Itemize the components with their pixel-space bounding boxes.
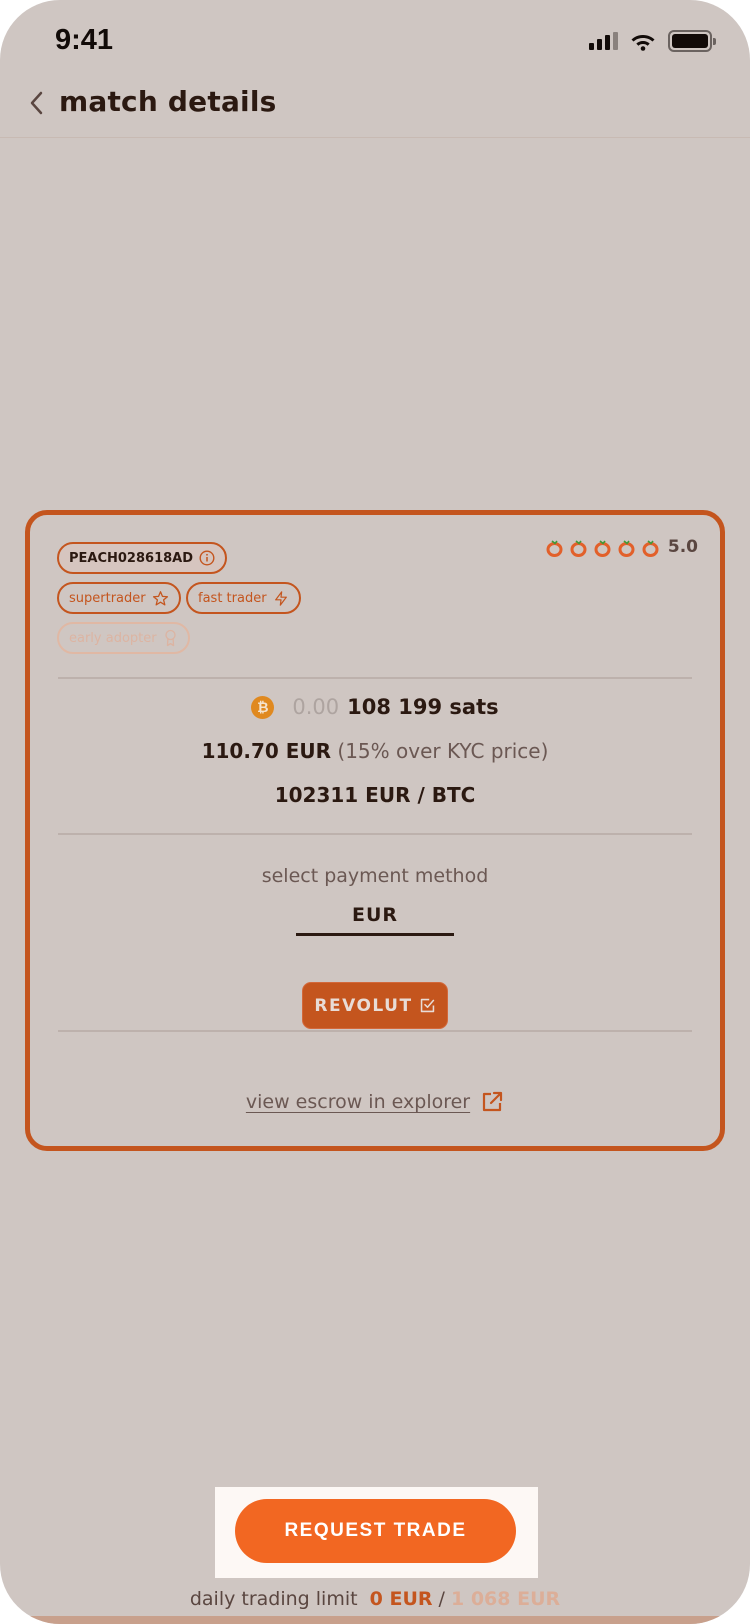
- user-id-tag[interactable]: PEACH028618AD: [57, 542, 228, 574]
- limit-label: daily trading limit: [189, 1588, 358, 1610]
- btc-prefix: 0.00: [292, 695, 340, 719]
- info-icon: [199, 550, 215, 566]
- checkbox-checked-icon: [420, 998, 434, 1013]
- screen: 9:41 match details PEACH028618AD supertr…: [0, 0, 750, 1624]
- bitcoin-icon: ₿: [251, 695, 275, 719]
- star-icon: [152, 590, 168, 606]
- cellular-signal-icon: [589, 32, 618, 50]
- divider: [58, 833, 692, 835]
- peach-rating-icon: [546, 539, 563, 557]
- divider: [58, 1030, 692, 1032]
- currency-tab-eur[interactable]: EUR: [296, 900, 454, 936]
- match-card: PEACH028618AD supertrader fast trader ea…: [25, 510, 725, 1151]
- price-row: 110.70 EUR (15% over KYC price): [30, 739, 720, 763]
- peach-rating-icon: [570, 539, 587, 557]
- badge-supertrader: supertrader: [57, 582, 181, 614]
- cta-container: REQUEST TRADE: [215, 1487, 538, 1578]
- badge-fast-trader: fast trader: [186, 582, 301, 614]
- back-button[interactable]: [22, 86, 52, 120]
- status-icons: [589, 30, 716, 52]
- daily-trading-limit: daily trading limit 0 EUR / 1 068 EUR: [0, 1588, 750, 1610]
- sats-amount: 108 199 sats: [347, 695, 499, 719]
- limit-used: 0 EUR: [369, 1588, 433, 1610]
- view-escrow-text: view escrow in explorer: [245, 1091, 471, 1113]
- peach-rating-icon: [594, 539, 611, 557]
- page-title: match details: [59, 85, 277, 118]
- limit-max: 1 068 EUR: [451, 1588, 561, 1610]
- divider: [58, 677, 692, 679]
- award-icon: [164, 629, 176, 647]
- payment-method-label: REVOLUT: [314, 995, 413, 1016]
- badge-label: fast trader: [198, 590, 267, 606]
- badge-label: supertrader: [69, 590, 146, 606]
- exchange-rate: 102311 EUR / BTC: [274, 783, 476, 807]
- badge-early-adopter: early adopter: [57, 622, 190, 654]
- request-trade-button[interactable]: REQUEST TRADE: [235, 1499, 516, 1563]
- payment-method-label: select payment method: [261, 865, 489, 887]
- fiat-price: 110.70 EUR: [201, 739, 332, 763]
- wifi-icon: [631, 35, 655, 51]
- bottom-edge: [0, 1616, 750, 1624]
- peach-rating-icon: [618, 539, 635, 557]
- status-time: 9:41: [55, 24, 114, 56]
- amount-row: ₿ 0.00 108 199 sats: [30, 695, 720, 719]
- peach-rating-icon: [642, 539, 659, 557]
- price-premium: (15% over KYC price): [337, 739, 549, 763]
- view-escrow-link[interactable]: view escrow in explorer: [30, 1090, 720, 1114]
- rating: 5.0: [546, 537, 698, 557]
- limit-separator: /: [438, 1588, 445, 1610]
- rating-value: 5.0: [667, 537, 698, 557]
- user-id: PEACH028618AD: [69, 550, 194, 566]
- battery-icon: [668, 30, 716, 52]
- header: match details: [0, 72, 750, 138]
- payment-method-revolut[interactable]: REVOLUT: [302, 982, 448, 1029]
- external-link-icon: [483, 1091, 503, 1112]
- chevron-left-icon: [30, 91, 43, 115]
- lightning-icon: [274, 590, 287, 606]
- badge-label: early adopter: [69, 630, 157, 646]
